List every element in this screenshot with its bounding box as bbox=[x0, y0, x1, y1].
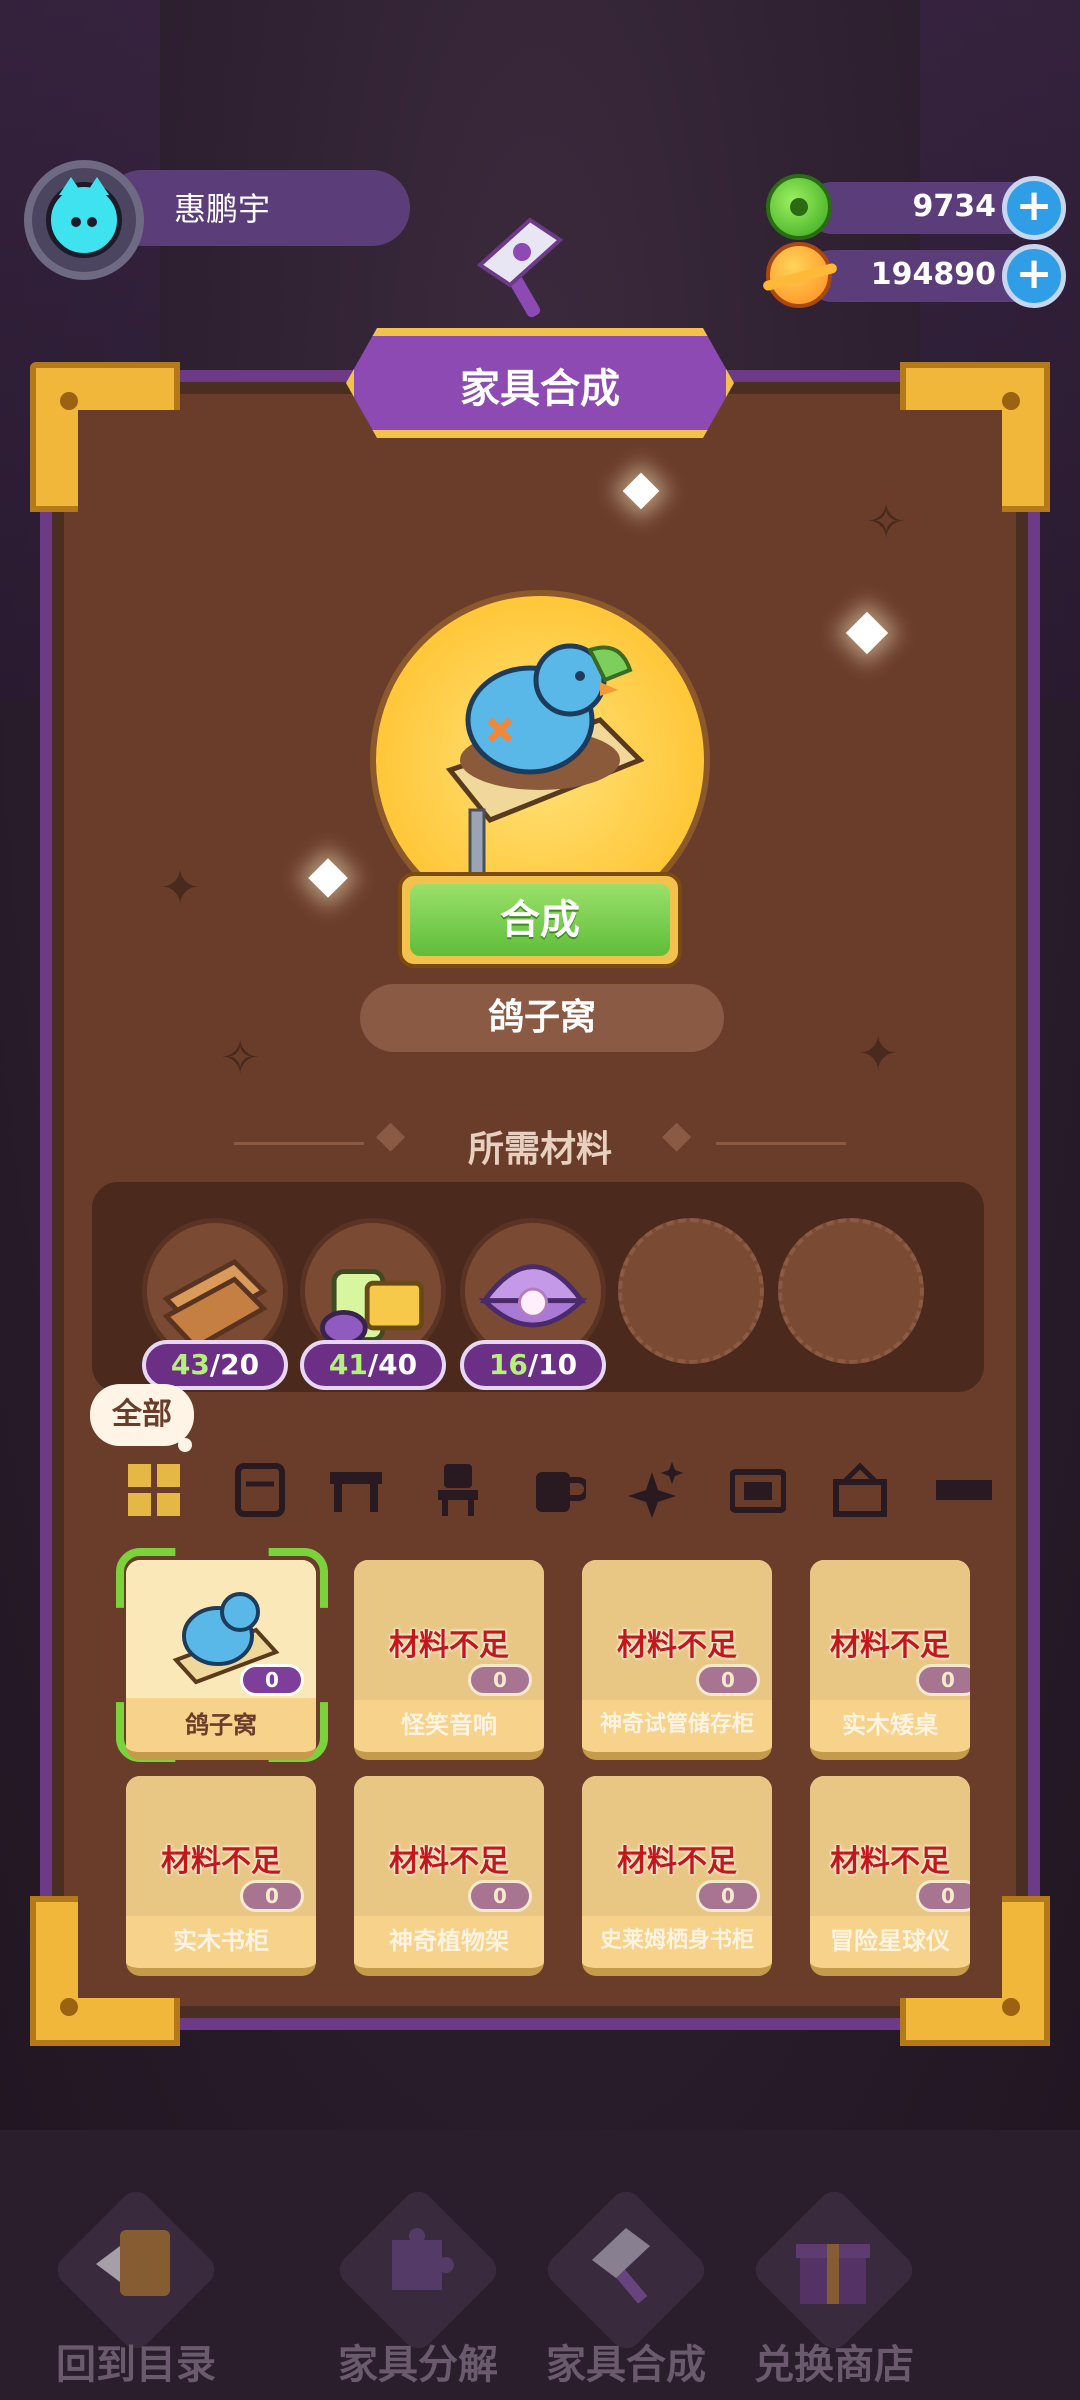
diamond-icon: ◆ bbox=[662, 1112, 692, 1156]
pigeon-nest-icon bbox=[445, 643, 645, 880]
mug-icon[interactable] bbox=[530, 1462, 586, 1518]
green-coin-icon bbox=[766, 174, 832, 240]
hammer-icon bbox=[592, 2228, 650, 2304]
nav-exchange-shop[interactable]: 兑换商店 bbox=[734, 2180, 934, 2388]
owned-count: 0 bbox=[468, 1664, 532, 1696]
frame-icon[interactable] bbox=[730, 1462, 786, 1518]
puzzle-icon bbox=[392, 2228, 454, 2290]
star-icon: ✦ bbox=[858, 1026, 899, 1082]
owned-count: 0 bbox=[240, 1664, 304, 1696]
pearl-shell-icon bbox=[478, 1264, 588, 1328]
rug-icon[interactable] bbox=[832, 1462, 888, 1518]
owned-count: 0 bbox=[240, 1880, 304, 1912]
shelf-icon[interactable] bbox=[934, 1462, 994, 1518]
synthesize-button[interactable]: 合成 bbox=[398, 872, 682, 968]
star-icon: ✦ bbox=[160, 860, 201, 916]
star-icon: ✧ bbox=[866, 494, 907, 550]
owned-count: 0 bbox=[468, 1880, 532, 1912]
player-name: 惠鹏宇 bbox=[174, 190, 271, 228]
orange-planet-coin-icon bbox=[766, 242, 832, 308]
card-label: 冒险星球仪 bbox=[830, 1927, 950, 1955]
star-icon: ✧ bbox=[220, 1030, 261, 1086]
owned-count: 0 bbox=[696, 1664, 760, 1696]
cloth-rolls-icon bbox=[320, 1269, 424, 1346]
all-grid-icon[interactable] bbox=[126, 1462, 182, 1518]
insufficient-materials-stamp: 材料不足 bbox=[617, 1628, 737, 1663]
hammer-icon bbox=[476, 217, 564, 318]
owned-count: 0 bbox=[696, 1880, 760, 1912]
player-profile[interactable]: 惠鹏宇 bbox=[24, 160, 410, 280]
category-tabs bbox=[126, 1462, 1006, 1522]
nav-disassemble[interactable]: 家具分解 bbox=[318, 2180, 518, 2388]
card-label: 神奇植物架 bbox=[389, 1927, 509, 1955]
table-icon[interactable] bbox=[328, 1462, 384, 1518]
owned-count: 0 bbox=[916, 1880, 970, 1912]
nav-label: 家具分解 bbox=[338, 2342, 498, 2388]
insufficient-materials-stamp: 材料不足 bbox=[389, 1628, 509, 1663]
card-label: 史莱姆栖身书柜 bbox=[599, 1928, 754, 1953]
furniture-card[interactable]: 材料不足 0 实木矮桌 bbox=[810, 1560, 970, 1760]
nav-label: 家具合成 bbox=[546, 2342, 706, 2388]
card-label: 怪笑音响 bbox=[401, 1711, 497, 1739]
materials-title: 所需材料 bbox=[467, 1129, 612, 1170]
furniture-card[interactable]: 材料不足 0 史莱姆栖身书柜 bbox=[582, 1776, 772, 1976]
wood-planks-icon bbox=[162, 1258, 268, 1351]
nav-label: 兑换商店 bbox=[754, 2342, 914, 2388]
material-count: 43/20 bbox=[142, 1340, 288, 1390]
page-title: 家具合成 bbox=[460, 366, 620, 412]
add-green-coin-button[interactable]: + bbox=[1002, 176, 1066, 240]
insufficient-materials-stamp: 材料不足 bbox=[617, 1844, 737, 1879]
furniture-card[interactable]: 材料不足 0 神奇植物架 bbox=[354, 1776, 544, 1976]
currency-green: 9734 + bbox=[766, 174, 1066, 240]
card-label: 鸽子窝 bbox=[126, 1698, 316, 1752]
currency-orange: 194890 + bbox=[766, 242, 1066, 308]
chair-icon[interactable] bbox=[430, 1462, 486, 1518]
back-book-icon bbox=[96, 2230, 170, 2296]
nav-label: 回到目录 bbox=[56, 2342, 216, 2388]
currency-value: 194890 bbox=[870, 257, 996, 292]
cabinet-icon[interactable] bbox=[232, 1462, 288, 1518]
synthesize-button-label: 合成 bbox=[410, 884, 670, 956]
furniture-card[interactable]: 材料不足 0 神奇试管储存柜 bbox=[582, 1560, 772, 1760]
material-slot-empty bbox=[618, 1218, 764, 1364]
material-count: 16/10 bbox=[460, 1340, 606, 1390]
furniture-card[interactable]: 材料不足 0 怪笑音响 bbox=[354, 1560, 544, 1760]
card-label: 神奇试管储存柜 bbox=[599, 1712, 754, 1737]
add-orange-coin-button[interactable]: + bbox=[1002, 244, 1066, 308]
material-count: 41/40 bbox=[300, 1340, 446, 1390]
currency-value: 9734 bbox=[912, 189, 997, 224]
card-label: 实木矮桌 bbox=[842, 1711, 938, 1739]
featured-item-name: 鸽子窝 bbox=[360, 984, 724, 1052]
material-slot-empty bbox=[778, 1218, 924, 1364]
furniture-card[interactable]: 材料不足 0 冒险星球仪 bbox=[810, 1776, 970, 1976]
cat-avatar-icon bbox=[46, 177, 122, 258]
category-tooltip: 全部 bbox=[90, 1384, 194, 1452]
nav-back-to-catalog[interactable]: 回到目录 bbox=[36, 2180, 236, 2388]
divider bbox=[716, 1142, 846, 1145]
insufficient-materials-stamp: 材料不足 bbox=[161, 1844, 281, 1879]
avatar-frame[interactable] bbox=[24, 160, 144, 280]
owned-count: 0 bbox=[916, 1664, 970, 1696]
insufficient-materials-stamp: 材料不足 bbox=[830, 1628, 950, 1663]
insufficient-materials-stamp: 材料不足 bbox=[389, 1844, 509, 1879]
sparkle-icon[interactable] bbox=[628, 1462, 684, 1518]
gift-icon bbox=[796, 2244, 870, 2304]
card-label: 实木书柜 bbox=[173, 1927, 269, 1955]
nav-synthesize[interactable]: 家具合成 bbox=[526, 2180, 726, 2388]
furniture-card[interactable]: 材料不足 0 实木书柜 bbox=[126, 1776, 316, 1976]
insufficient-materials-stamp: 材料不足 bbox=[830, 1844, 950, 1879]
furniture-card[interactable]: 0 鸽子窝 bbox=[126, 1560, 316, 1760]
